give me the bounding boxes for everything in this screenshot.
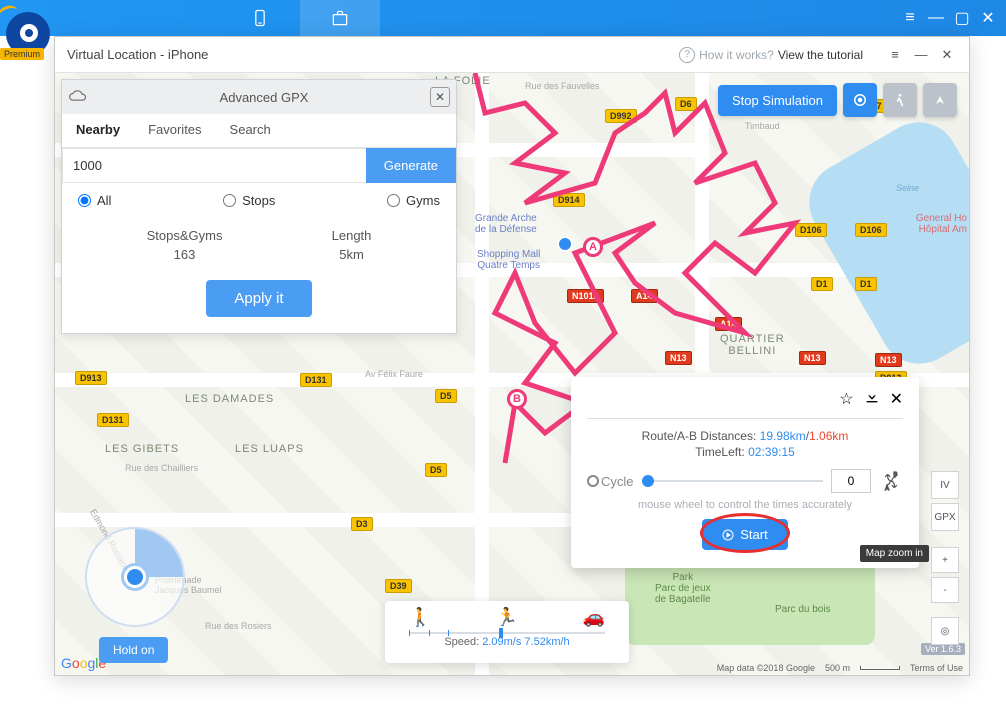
window-title: Virtual Location - iPhone bbox=[67, 47, 679, 62]
outer-app-bar: ≡ — ▢ ✕ bbox=[0, 0, 1006, 36]
outer-maximize-icon[interactable]: ▢ bbox=[952, 8, 972, 28]
radar-compass[interactable] bbox=[85, 527, 185, 627]
current-location-dot bbox=[557, 236, 573, 252]
length-label: Length bbox=[332, 228, 372, 243]
outer-tab-toolbox[interactable] bbox=[300, 0, 380, 36]
distance-input[interactable] bbox=[62, 148, 366, 183]
area-les-damades: LES DAMADES bbox=[185, 393, 274, 405]
car-icon[interactable]: 🚗 bbox=[583, 607, 605, 628]
speed-readout: Speed: 2.09m/s 7.52km/h bbox=[399, 636, 615, 648]
inner-minimize-icon[interactable]: — bbox=[911, 47, 931, 62]
tab-favorites[interactable]: Favorites bbox=[134, 114, 215, 147]
stopsgyms-value: 163 bbox=[147, 247, 223, 262]
route-info-popup: ☆ ✕ Route/A-B Distances: 19.98km/1.06km … bbox=[571, 377, 919, 568]
area-les-gibets: LES GIBETS bbox=[105, 443, 179, 455]
radio-gyms[interactable]: Gyms bbox=[387, 193, 440, 208]
walk-mode-button[interactable] bbox=[883, 83, 917, 117]
inner-menu-icon[interactable]: ≡ bbox=[885, 47, 905, 62]
recenter-button[interactable]: ◎ bbox=[931, 617, 959, 645]
tab-nearby[interactable]: Nearby bbox=[62, 114, 134, 147]
ab-swap-icon[interactable]: AB bbox=[879, 469, 903, 493]
route-marker-a: A bbox=[583, 237, 603, 257]
length-value: 5km bbox=[332, 247, 372, 262]
run-icon[interactable]: 🏃 bbox=[496, 607, 518, 628]
cycle-label: Cycle bbox=[587, 474, 634, 489]
map-footer: Map data ©2018 Google 500 m Terms of Use bbox=[717, 663, 963, 673]
terms-link[interactable]: Terms of Use bbox=[910, 663, 963, 673]
walk-icon[interactable]: 🚶 bbox=[409, 607, 431, 628]
speed-slider[interactable] bbox=[409, 632, 605, 634]
hold-on-button[interactable]: Hold on bbox=[99, 637, 168, 663]
speed-control-panel: 🚶 🏃 🚗 Speed: 2.09m/s 7.52km/h bbox=[385, 601, 629, 663]
download-icon[interactable] bbox=[864, 389, 880, 410]
gpx-close-button[interactable]: ✕ bbox=[430, 87, 450, 107]
help-text: ? How it works? bbox=[679, 47, 774, 63]
cycle-hint: mouse wheel to control the times accurat… bbox=[587, 499, 903, 511]
map-scale-bar bbox=[860, 666, 900, 670]
radio-all[interactable]: All bbox=[78, 193, 111, 208]
map-scale-text: 500 m bbox=[825, 663, 850, 673]
stop-simulation-button[interactable]: Stop Simulation bbox=[718, 85, 837, 116]
favorite-icon[interactable]: ☆ bbox=[839, 389, 853, 410]
start-button[interactable]: Start bbox=[702, 519, 787, 550]
stopsgyms-label: Stops&Gyms bbox=[147, 228, 223, 243]
gpx-tabs: Nearby Favorites Search bbox=[62, 114, 456, 148]
svg-text:B: B bbox=[894, 472, 898, 478]
generate-button[interactable]: Generate bbox=[366, 148, 456, 183]
outer-tab-phone[interactable] bbox=[220, 0, 300, 36]
cloud-icon bbox=[68, 89, 88, 106]
zoom-tooltip: Map zoom in bbox=[860, 545, 929, 562]
help-icon[interactable]: ? bbox=[679, 47, 695, 63]
map-area[interactable]: LA FOLIE LES DAMADES LES GIBETS LES LUAP… bbox=[55, 73, 969, 675]
street-timbaud: Timbaud bbox=[745, 121, 780, 131]
advanced-gpx-panel: Advanced GPX ✕ Nearby Favorites Search G… bbox=[61, 79, 457, 334]
outer-menu-icon[interactable]: ≡ bbox=[900, 8, 920, 28]
cycle-input[interactable] bbox=[831, 469, 871, 493]
zoom-in-button[interactable]: + bbox=[931, 547, 959, 573]
street-rosiers: Rue des Rosiers bbox=[205, 621, 272, 631]
outer-minimize-icon[interactable]: — bbox=[926, 8, 946, 28]
poi-grande-arche: Grande Arche de la Défense bbox=[475, 213, 537, 235]
route-marker-b: B bbox=[507, 389, 527, 409]
route-timeleft-line: TimeLeft: 02:39:15 bbox=[587, 445, 903, 459]
gpx-panel-header: Advanced GPX ✕ bbox=[62, 80, 456, 114]
right-side-controls: IV GPX + - ◎ bbox=[931, 471, 959, 645]
area-quartier-bellini: QUARTIER BELLINI bbox=[720, 333, 785, 357]
outer-close-icon[interactable]: ✕ bbox=[978, 8, 998, 28]
svg-text:A: A bbox=[885, 486, 889, 491]
premium-badge: Premium bbox=[0, 48, 44, 60]
virtual-location-window: Virtual Location - iPhone ? How it works… bbox=[54, 36, 970, 676]
map-copyright: Map data ©2018 Google bbox=[717, 663, 815, 673]
route-distance-line: Route/A-B Distances: 19.98km/1.06km bbox=[587, 429, 903, 443]
poi-hospital: General Ho Hôpital Am bbox=[916, 213, 967, 235]
inner-titlebar: Virtual Location - iPhone ? How it works… bbox=[55, 37, 969, 73]
popup-close-icon[interactable]: ✕ bbox=[890, 389, 903, 410]
gpx-filter-radios: All Stops Gyms bbox=[62, 183, 456, 214]
radio-stops[interactable]: Stops bbox=[223, 193, 275, 208]
tab-search[interactable]: Search bbox=[216, 114, 285, 147]
poi-shopping-mall: Shopping Mall Quatre Temps bbox=[477, 249, 540, 271]
map-top-right-controls: Stop Simulation bbox=[718, 83, 957, 117]
route-mode-button[interactable] bbox=[923, 83, 957, 117]
outer-tabs bbox=[220, 0, 380, 36]
zoom-out-button[interactable]: - bbox=[931, 577, 959, 603]
park-label-2: Parc du bois bbox=[775, 604, 831, 615]
cycle-slider[interactable] bbox=[642, 480, 823, 482]
street-chailliers: Rue des Chailliers bbox=[125, 463, 198, 473]
gpx-panel-title: Advanced GPX bbox=[98, 90, 430, 105]
gpx-stats: Stops&Gyms 163 Length 5km bbox=[62, 214, 456, 272]
tutorial-link[interactable]: View the tutorial bbox=[778, 48, 863, 62]
center-location-button[interactable] bbox=[843, 83, 877, 117]
street-felix: Av Félix Faure bbox=[365, 369, 423, 379]
iv-button[interactable]: IV bbox=[931, 471, 959, 499]
area-les-luaps: LES LUAPS bbox=[235, 443, 304, 455]
apply-button[interactable]: Apply it bbox=[206, 280, 311, 317]
park-label-1: Park Parc de jeux de Bagatelle bbox=[655, 572, 711, 605]
inner-close-icon[interactable]: ✕ bbox=[937, 47, 957, 63]
app-logo: Premium bbox=[0, 0, 56, 70]
gpx-button[interactable]: GPX bbox=[931, 503, 959, 531]
street-fauvelles: Rue des Fauvelles bbox=[525, 81, 600, 91]
river-label: Seine bbox=[896, 183, 919, 193]
